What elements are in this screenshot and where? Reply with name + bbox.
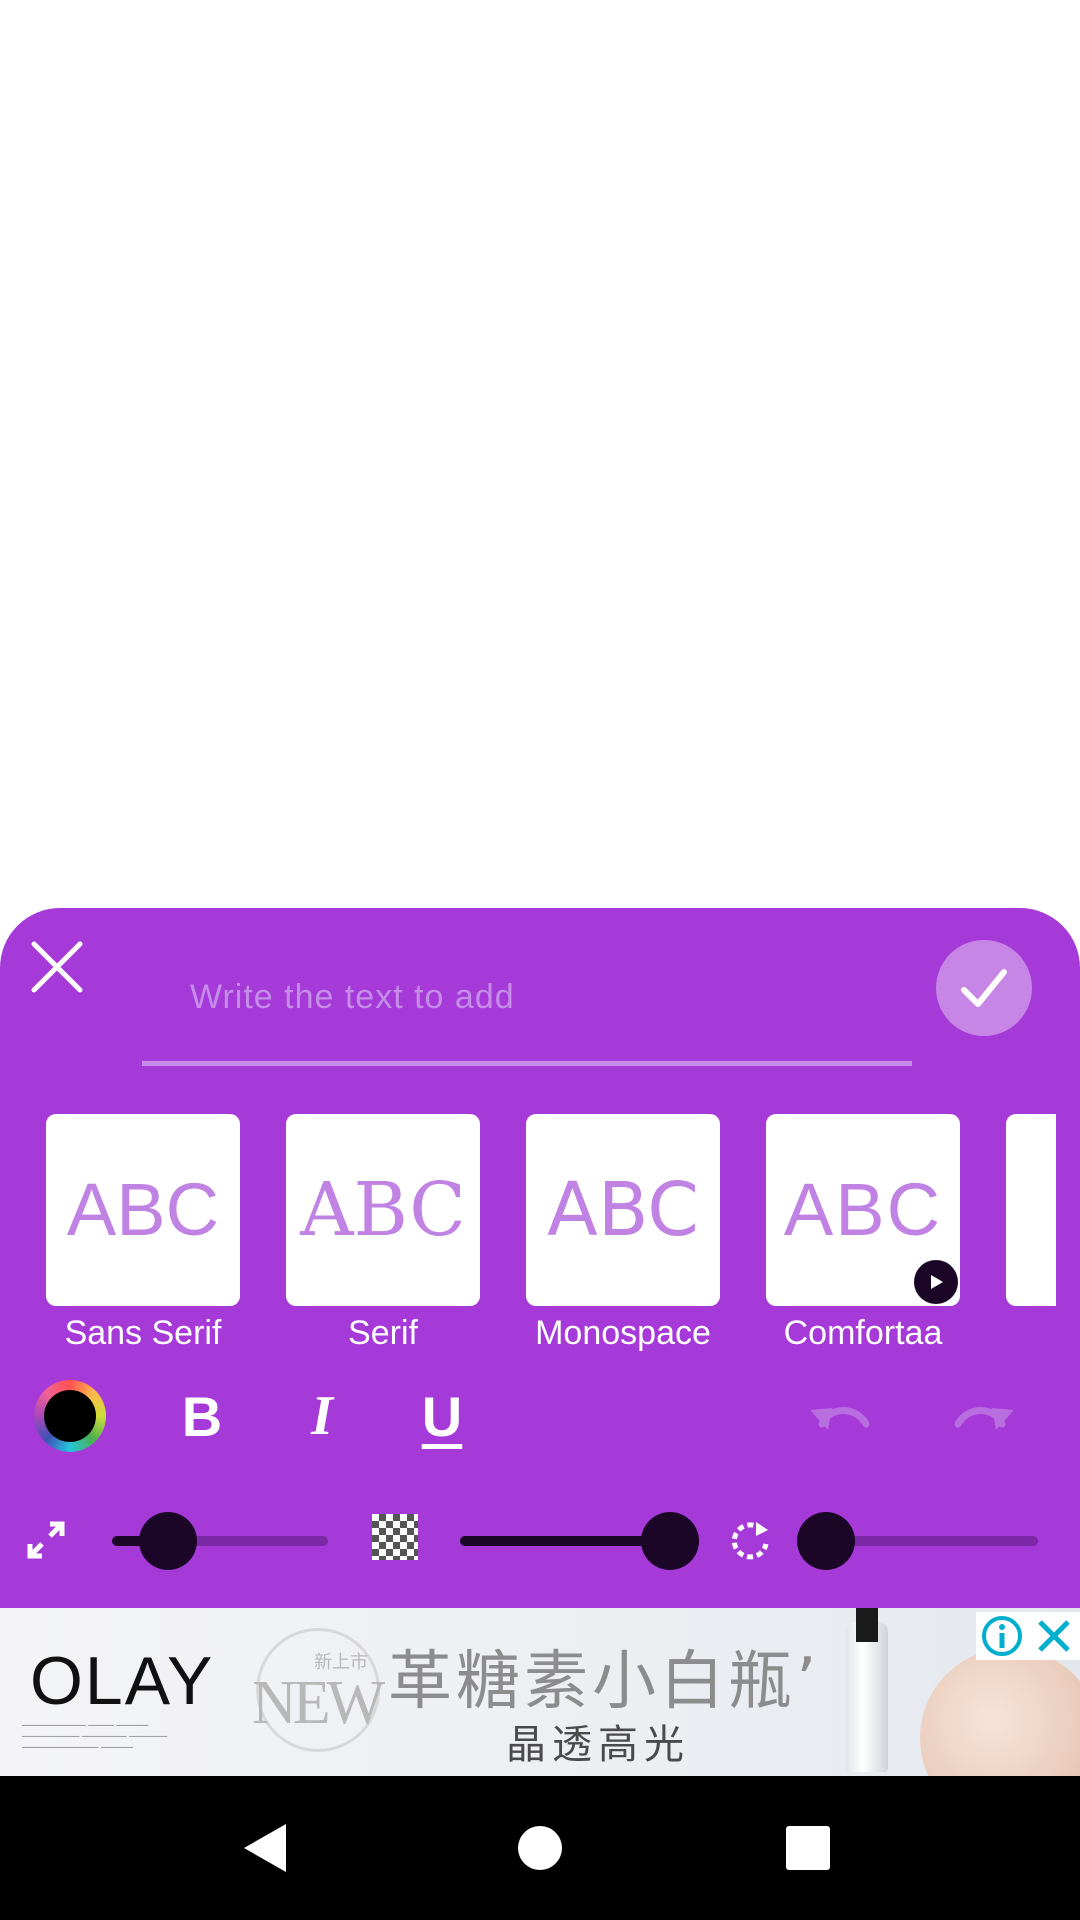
format-toolbar: B I U — [0, 1376, 1080, 1456]
font-label: Comfortaa — [783, 1314, 943, 1352]
size-slider[interactable] — [112, 1500, 328, 1580]
rotation-slider[interactable] — [797, 1500, 1038, 1580]
close-icon[interactable] — [28, 938, 86, 996]
check-icon — [961, 969, 1007, 1007]
font-option-comfortaa[interactable]: ABC Comfortaa — [766, 1114, 960, 1354]
font-label: E — [1006, 1314, 1056, 1353]
recents-button[interactable] — [786, 1826, 830, 1870]
font-label: Monospace — [535, 1314, 711, 1352]
font-list: ABC Sans Serif ABC Serif ABC Monospace A… — [0, 1114, 1056, 1354]
ad-fine-print: ────────── ──── ───── ───────── ─────── ─… — [22, 1720, 168, 1752]
back-icon[interactable] — [240, 1822, 290, 1874]
rotate-icon — [731, 1522, 769, 1560]
redo-icon[interactable] — [944, 1384, 1024, 1448]
font-preview: a — [1006, 1114, 1056, 1306]
font-sample: ABC — [300, 1167, 466, 1253]
confirm-button[interactable] — [936, 940, 1032, 1036]
color-picker-button[interactable] — [34, 1380, 106, 1452]
ad-headline: 革糖素小白瓶’ — [388, 1645, 821, 1719]
selected-color-swatch — [44, 1390, 96, 1442]
adjust-sliders — [0, 1500, 1080, 1580]
ad-model-image — [920, 1648, 1080, 1776]
ad-brand-logo: OLAY — [30, 1643, 215, 1719]
opacity-icon — [372, 1514, 418, 1560]
slider-thumb[interactable] — [797, 1512, 855, 1570]
play-icon — [914, 1260, 958, 1304]
opacity-slider[interactable] — [460, 1500, 699, 1580]
text-input[interactable] — [142, 930, 912, 1066]
slider-fill — [460, 1536, 670, 1546]
system-navigation-bar — [0, 1776, 1080, 1920]
ad-badge-new: NEW — [252, 1669, 385, 1737]
slider-thumb[interactable] — [139, 1512, 197, 1570]
resize-icon — [27, 1521, 65, 1559]
ad-subline: 晶透高光 — [506, 1722, 690, 1768]
ad-product-cap — [856, 1608, 878, 1642]
ad-product-image — [846, 1622, 888, 1772]
ad-info-icon[interactable] — [980, 1614, 1024, 1658]
ad-controls — [976, 1612, 1080, 1660]
font-option-monospace[interactable]: ABC Monospace — [526, 1114, 720, 1354]
font-sample: ABC — [547, 1167, 699, 1253]
font-preview: ABC — [526, 1114, 720, 1306]
ad-close-icon[interactable] — [1032, 1614, 1076, 1658]
bold-button[interactable]: B — [162, 1376, 242, 1456]
font-label: Sans Serif — [64, 1314, 222, 1352]
font-sample: ABC — [66, 1168, 220, 1251]
font-preview: ABC — [286, 1114, 480, 1306]
ad-banner[interactable]: OLAY ────────── ──── ───── ───────── ────… — [0, 1608, 1080, 1776]
underline-button[interactable]: U — [402, 1376, 482, 1456]
slider-track — [826, 1536, 1038, 1546]
italic-button[interactable]: I — [282, 1376, 362, 1456]
slider-thumb[interactable] — [641, 1512, 699, 1570]
font-option-sans-serif[interactable]: ABC Sans Serif — [46, 1114, 240, 1354]
font-label: Serif — [348, 1314, 418, 1352]
font-sample: ABC — [783, 1168, 943, 1251]
font-preview: ABC — [766, 1114, 960, 1306]
undo-icon[interactable] — [800, 1384, 880, 1448]
home-button[interactable] — [518, 1826, 562, 1870]
font-preview: ABC — [46, 1114, 240, 1306]
text-canvas[interactable] — [0, 0, 1080, 908]
font-option-partial[interactable]: a E — [1006, 1114, 1056, 1354]
font-option-serif[interactable]: ABC Serif — [286, 1114, 480, 1354]
